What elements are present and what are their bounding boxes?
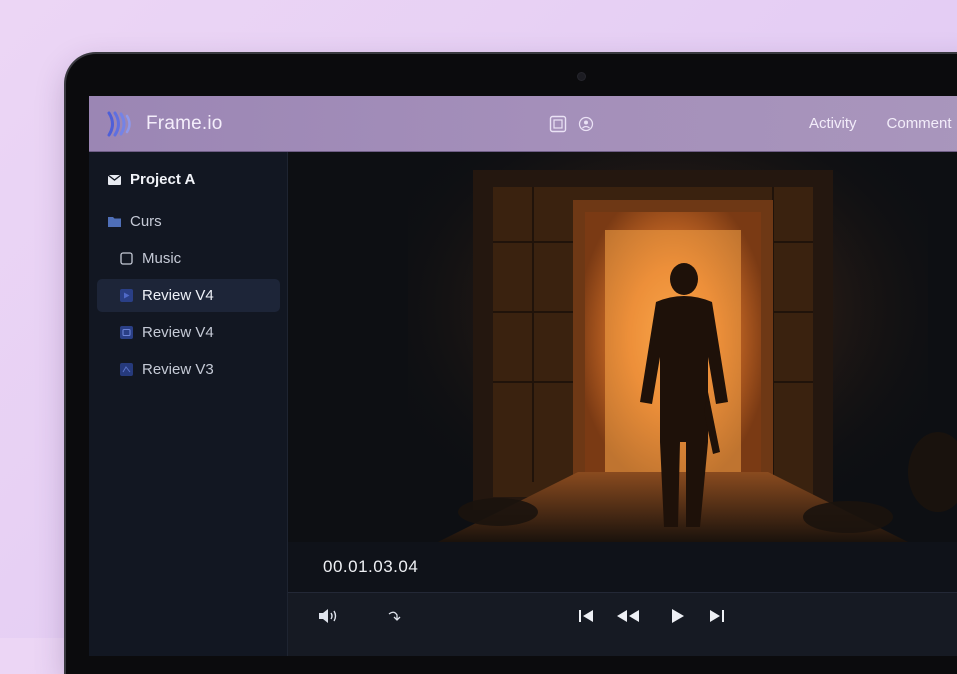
video-frame: [288, 152, 957, 542]
timecode-display: 00.01.03.04: [323, 557, 419, 576]
nav-activity[interactable]: Activity: [809, 115, 857, 132]
sidebar-item-music[interactable]: Music: [119, 242, 302, 275]
play-icon[interactable]: [666, 607, 688, 625]
reviewer-icon[interactable]: [577, 115, 595, 133]
sidebar-item-label: Music: [142, 250, 182, 267]
loop-icon[interactable]: [383, 607, 405, 625]
video-file-icon: [119, 288, 134, 303]
square-icon: [119, 251, 134, 266]
sidebar-item-review-v3[interactable]: Review V3: [97, 353, 280, 386]
app-window: Frame.io Activity Comment Project A Curs…: [89, 96, 957, 656]
timecode-bar: 00.01.03.04: [288, 542, 957, 592]
grid-view-icon[interactable]: [549, 115, 567, 133]
playback-controls: [288, 592, 957, 656]
video-viewer[interactable]: [288, 152, 957, 542]
sidebar-item-label: Project A: [130, 171, 196, 188]
laptop-frame: Frame.io Activity Comment Project A Curs…: [66, 54, 957, 674]
envelope-icon: [107, 172, 122, 187]
video-file-icon: [119, 362, 134, 377]
skip-to-end-icon[interactable]: [705, 607, 727, 625]
sidebar-item-label: Review V4: [142, 324, 214, 341]
volume-icon[interactable]: [317, 607, 339, 625]
nav-comment[interactable]: Comment: [887, 115, 952, 132]
brand-name: Frame.io: [146, 113, 223, 134]
folder-icon: [107, 214, 122, 229]
top-bar: Frame.io Activity Comment: [89, 96, 957, 152]
sidebar-item-curs[interactable]: Curs: [107, 205, 290, 238]
sidebar: Project A Curs Music Review V4 Review V4…: [89, 152, 288, 656]
sidebar-item-label: Review V3: [142, 361, 214, 378]
frameio-logo-icon: [107, 111, 131, 137]
header-nav: Activity Comment: [809, 115, 952, 132]
view-toggle-group: [549, 115, 595, 133]
sidebar-item-label: Review V4: [142, 287, 214, 304]
rewind-icon[interactable]: [613, 607, 643, 625]
skip-to-start-icon[interactable]: [576, 607, 598, 625]
camera: [578, 73, 585, 80]
sidebar-item-project-a[interactable]: Project A: [107, 163, 290, 196]
sidebar-item-review-v4-active[interactable]: Review V4: [97, 279, 280, 312]
sidebar-item-label: Curs: [130, 213, 162, 230]
video-file-icon: [119, 325, 134, 340]
sidebar-item-review-v4[interactable]: Review V4: [97, 316, 280, 349]
